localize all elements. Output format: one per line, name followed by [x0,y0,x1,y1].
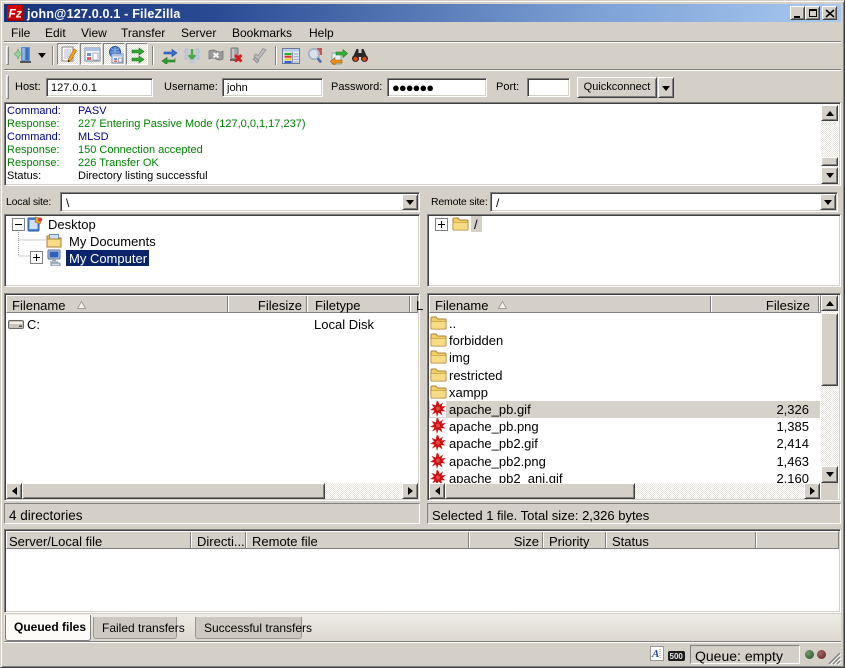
svg-text:500: 500 [670,652,684,661]
svg-text:Fz: Fz [9,7,22,21]
svg-text:A: A [651,648,659,660]
